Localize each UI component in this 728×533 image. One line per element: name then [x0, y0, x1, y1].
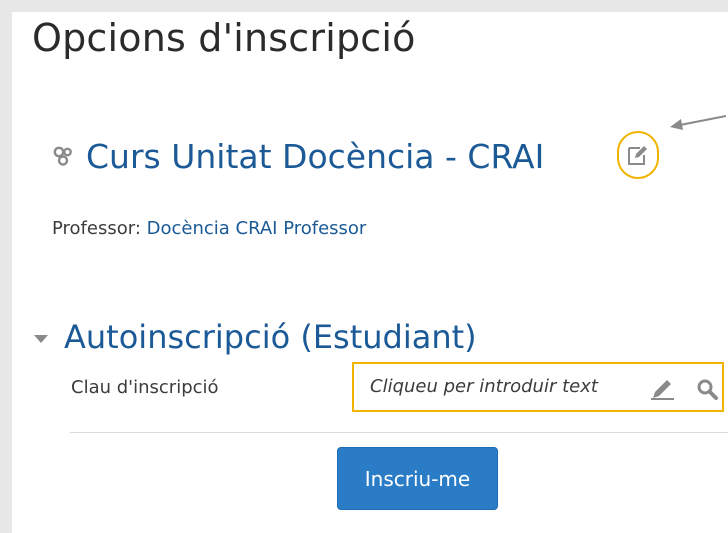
divider — [70, 432, 728, 433]
pencil-icon[interactable] — [650, 378, 676, 400]
course-heading: Curs Unitat Docència - CRAI — [52, 131, 544, 181]
section-title: Autoinscripció (Estudiant) — [64, 318, 477, 356]
course-title-link[interactable]: Curs Unitat Docència - CRAI — [86, 137, 544, 176]
edit-course-button[interactable] — [617, 131, 659, 179]
search-icon[interactable] — [696, 378, 718, 400]
teacher-link[interactable]: Docència CRAI Professor — [147, 218, 367, 239]
pointer-arrow — [670, 115, 727, 130]
enrolment-key-field[interactable]: Cliqueu per introduir text — [352, 362, 724, 412]
teacher-label: Professor: — [52, 218, 147, 239]
enrolment-section-header[interactable]: Autoinscripció (Estudiant) — [34, 318, 477, 356]
enrolment-key-input[interactable]: Cliqueu per introduir text — [370, 376, 598, 397]
page-title: Opcions d'inscripció — [32, 16, 416, 60]
course-icon — [52, 145, 74, 167]
edit-icon — [628, 146, 647, 165]
enrol-me-button[interactable]: Inscriu-me — [337, 447, 498, 510]
collapse-caret-icon[interactable] — [34, 335, 48, 343]
teacher-info: Professor: Docència CRAI Professor — [52, 218, 366, 239]
enrolment-key-label: Clau d'inscripció — [71, 377, 219, 398]
